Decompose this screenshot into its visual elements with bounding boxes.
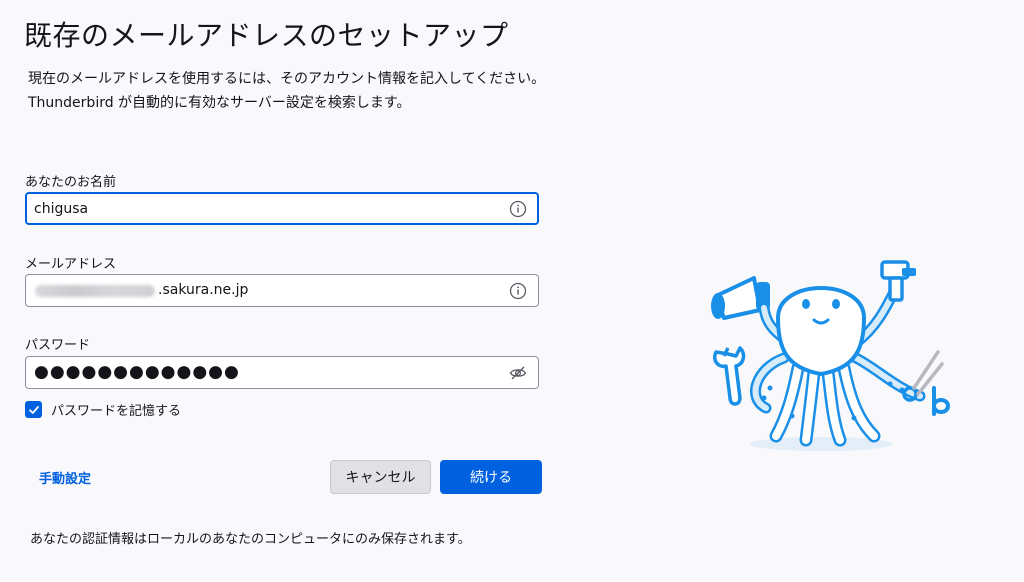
password-field[interactable]: ●●●●●●●●●●●●● <box>25 356 539 389</box>
info-icon[interactable] <box>509 282 527 300</box>
password-masked-value: ●●●●●●●●●●●●● <box>34 362 240 382</box>
email-local-part-redacted <box>35 285 155 297</box>
password-label: パスワード <box>25 338 91 353</box>
email-domain-text: .sakura.ne.jp <box>158 282 249 298</box>
remember-password-row[interactable]: パスワードを記憶する <box>25 400 181 419</box>
description-line-2: Thunderbird が自動的に有効なサーバー設定を検索します。 <box>28 95 411 111</box>
checkmark-icon <box>28 405 39 414</box>
email-field[interactable]: .sakura.ne.jp <box>25 274 539 307</box>
manual-config-link[interactable]: 手動設定 <box>39 468 91 487</box>
octopus-mascot-illustration <box>711 260 951 451</box>
remember-password-checkbox[interactable] <box>25 401 42 418</box>
name-field-container <box>25 192 539 225</box>
page-title: 既存のメールアドレスのセットアップ <box>24 19 509 52</box>
remember-password-label: パスワードを記憶する <box>51 404 182 419</box>
page-description: 現在のメールアドレスを使用するには、そのアカウント情報を記入してください。 Th… <box>28 67 545 115</box>
eye-hidden-icon[interactable] <box>509 364 527 382</box>
continue-button[interactable]: 続ける <box>440 460 542 494</box>
email-label: メールアドレス <box>25 257 117 272</box>
info-icon[interactable] <box>509 200 527 218</box>
description-line-1: 現在のメールアドレスを使用するには、そのアカウント情報を記入してください。 <box>28 71 546 87</box>
account-setup-page: 既存のメールアドレスのセットアップ 現在のメールアドレスを使用するには、そのアカ… <box>0 0 1024 582</box>
name-label: あなたのお名前 <box>25 175 117 190</box>
credentials-local-note: あなたの認証情報はローカルのあなたのコンピュータにのみ保存されます。 <box>30 532 471 547</box>
name-input[interactable] <box>34 194 494 223</box>
cancel-button[interactable]: キャンセル <box>330 460 431 494</box>
